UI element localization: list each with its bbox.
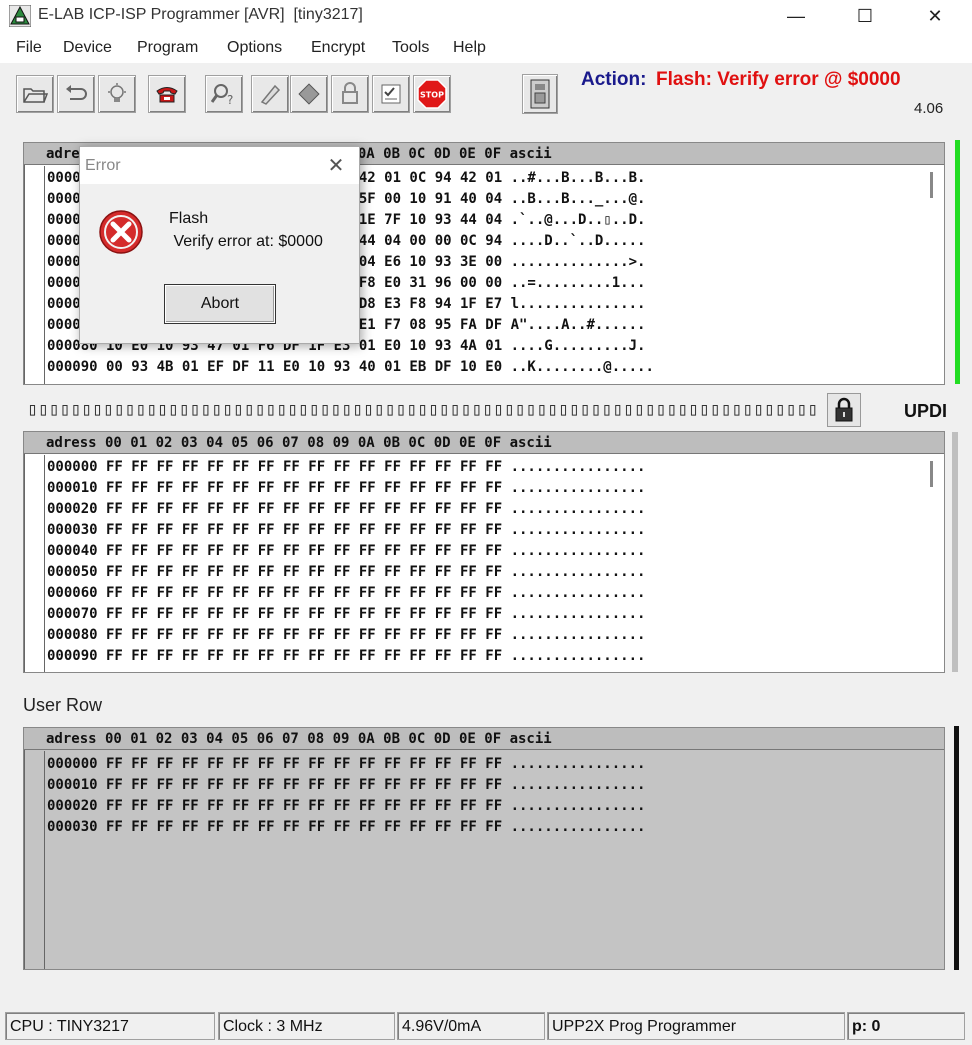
eeprom-hex-header: adress 00 01 02 03 04 05 06 07 08 09 0A … xyxy=(24,432,944,454)
lightbulb-icon xyxy=(108,83,126,102)
user-row-hex-row: 000030 FF FF FF FF FF FF FF FF FF FF FF … xyxy=(47,819,646,835)
flash-scrollbar[interactable] xyxy=(924,166,944,384)
device-panel-icon xyxy=(530,79,550,109)
user-row-status-bar xyxy=(954,726,959,970)
version-number: 4.06 xyxy=(914,100,944,117)
user-row-hex-row: 000020 FF FF FF FF FF FF FF FF FF FF FF … xyxy=(47,798,646,814)
eeprom-hex-row: 000090 FF FF FF FF FF FF FF FF FF FF FF … xyxy=(47,648,646,664)
checklist-button[interactable] xyxy=(372,75,410,113)
flash-hex-row: 000090 00 93 4B 01 EF DF 11 E0 10 93 40 … xyxy=(47,359,654,375)
open-file-button[interactable] xyxy=(16,75,54,113)
interface-label: UPDI xyxy=(904,401,948,421)
status-page: p: 0 xyxy=(847,1012,965,1040)
lock-device-button[interactable] xyxy=(331,75,369,113)
padlock-icon xyxy=(835,397,853,422)
lightbulb-button[interactable] xyxy=(98,75,136,113)
menu-tools[interactable]: Tools xyxy=(392,39,429,57)
action-status: Flash: Verify error @ $0000 xyxy=(656,69,901,90)
eeprom-hex-row: 000060 FF FF FF FF FF FF FF FF FF FF FF … xyxy=(47,585,646,601)
eeprom-hex-row: 000020 FF FF FF FF FF FF FF FF FF FF FF … xyxy=(47,501,646,517)
dialog-message-detail: Verify error at: $0000 xyxy=(169,233,323,250)
checklist-icon xyxy=(381,84,401,104)
elab-app-icon xyxy=(9,5,31,27)
status-power: 4.96V/0mA xyxy=(397,1012,545,1040)
flash-scroll-thumb[interactable] xyxy=(930,172,933,198)
menu-options[interactable]: Options xyxy=(227,39,282,57)
chip-icon xyxy=(298,83,320,105)
status-programmer: UPP2X Prog Programmer xyxy=(547,1012,845,1040)
eeprom-hex-row: 000040 FF FF FF FF FF FF FF FF FF FF FF … xyxy=(47,543,646,559)
eeprom-hex-row: 000080 FF FF FF FF FF FF FF FF FF FF FF … xyxy=(47,627,646,643)
menu-program[interactable]: Program xyxy=(137,39,198,57)
action-label: Action: xyxy=(581,69,647,90)
status-clock: Clock : 3 MHz xyxy=(218,1012,395,1040)
phone-icon xyxy=(156,87,178,103)
eeprom-hex-row: 000070 FF FF FF FF FF FF FF FF FF FF FF … xyxy=(47,606,646,622)
eeprom-status-bar xyxy=(952,432,958,672)
search-device-icon: ? xyxy=(211,84,233,106)
dialog-close-button[interactable]: ✕ xyxy=(322,151,350,179)
dialog-title-bar[interactable] xyxy=(80,147,359,184)
eeprom-scrollbar[interactable] xyxy=(924,455,944,672)
device-panel-button[interactable] xyxy=(522,74,558,114)
window-title: E-LAB ICP-ISP Programmer [AVR] [tiny3217… xyxy=(38,6,363,23)
menu-bar: File Device Program Options Encrypt Tool… xyxy=(0,33,972,63)
stop-icon: STOP xyxy=(417,79,447,109)
user-row-hex-panel[interactable]: adress 00 01 02 03 04 05 06 07 08 09 0A … xyxy=(23,727,945,970)
error-icon xyxy=(99,210,143,254)
status-cpu: CPU : TINY3217 xyxy=(5,1012,215,1040)
minimize-button[interactable]: — xyxy=(773,0,819,33)
stop-text: STOP xyxy=(420,91,444,100)
dialog-message-title: Flash xyxy=(169,210,209,227)
user-row-hex-header: adress 00 01 02 03 04 05 06 07 08 09 0A … xyxy=(24,728,944,750)
menu-help[interactable]: Help xyxy=(453,39,486,57)
eeprom-hex-row: 000050 FF FF FF FF FF FF FF FF FF FF FF … xyxy=(47,564,646,580)
error-dialog[interactable]: Error ✕ Flash Verify error at: $0000 Abo… xyxy=(79,146,360,344)
menu-file[interactable]: File xyxy=(16,39,42,57)
maximize-button[interactable]: ☐ xyxy=(842,0,888,33)
padlock-icon xyxy=(342,82,358,104)
close-window-button[interactable]: ✕ xyxy=(912,0,958,33)
eeprom-scroll-thumb[interactable] xyxy=(930,461,933,487)
eeprom-hex-row: 000010 FF FF FF FF FF FF FF FF FF FF FF … xyxy=(47,480,646,496)
pencil-erase-icon xyxy=(260,84,281,105)
user-row-label: User Row xyxy=(23,695,103,715)
eeprom-hex-row: 000030 FF FF FF FF FF FF FF FF FF FF FF … xyxy=(47,522,646,538)
stop-button[interactable]: STOP xyxy=(413,75,451,113)
eeprom-hex-row: 000000 FF FF FF FF FF FF FF FF FF FF FF … xyxy=(47,459,646,475)
eeprom-hex-panel[interactable]: adress 00 01 02 03 04 05 06 07 08 09 0A … xyxy=(23,431,945,673)
lock-toggle-button[interactable] xyxy=(827,393,861,427)
menu-device[interactable]: Device xyxy=(63,39,112,57)
dialog-title: Error xyxy=(85,157,121,174)
erase-button[interactable] xyxy=(251,75,289,113)
abort-button[interactable]: Abort xyxy=(164,284,276,324)
user-row-hex-row: 000000 FF FF FF FF FF FF FF FF FF FF FF … xyxy=(47,756,646,772)
open-file-icon xyxy=(23,88,48,103)
menu-encrypt[interactable]: Encrypt xyxy=(311,39,365,57)
reload-icon xyxy=(66,85,87,100)
flash-status-bar xyxy=(955,140,960,384)
search-device-button[interactable]: ? xyxy=(205,75,243,113)
reload-button[interactable] xyxy=(57,75,95,113)
user-row-hex-row: 000010 FF FF FF FF FF FF FF FF FF FF FF … xyxy=(47,777,646,793)
svg-text:?: ? xyxy=(227,93,233,106)
chip-button[interactable] xyxy=(290,75,328,113)
progress-indicator: ▯▯▯▯▯▯▯▯▯▯▯▯▯▯▯▯▯▯▯▯▯▯▯▯▯▯▯▯▯▯▯▯▯▯▯▯▯▯▯▯… xyxy=(27,399,817,420)
phone-button[interactable] xyxy=(148,75,186,113)
